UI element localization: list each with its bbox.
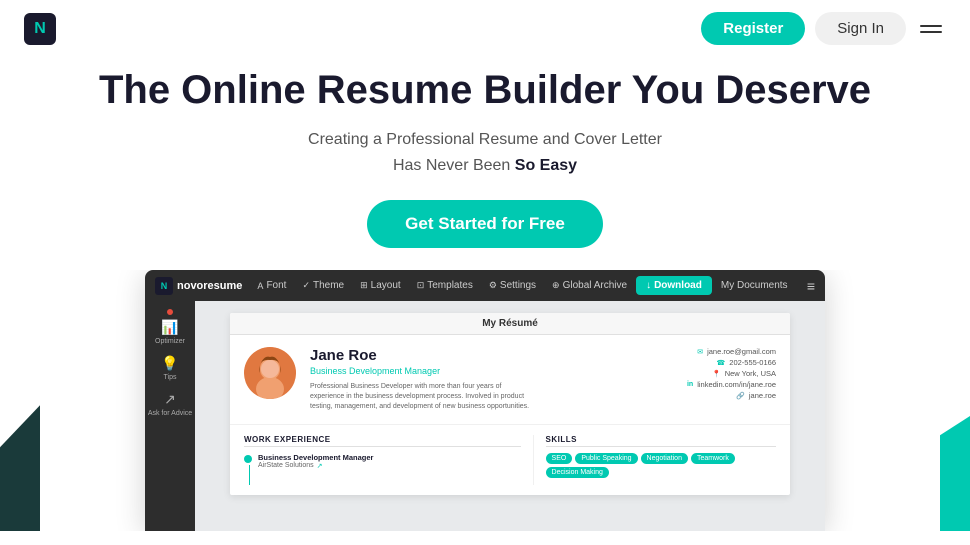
sidebar-tips[interactable]: 💡 Tips (161, 355, 178, 381)
archive-icon: ⊕ (552, 280, 560, 291)
editor-area: 📊 Optimizer 💡 Tips ↗ Ask for Advice (145, 301, 825, 531)
resume-document: My Résumé (230, 313, 790, 494)
hamburger-line (920, 31, 942, 33)
browser-nav-download[interactable]: ↓ Download (636, 276, 712, 295)
skill-tags-container: SEO Public Speaking Negotiation Teamwork… (546, 453, 776, 478)
editor-sidebar: 📊 Optimizer 💡 Tips ↗ Ask for Advice (145, 301, 195, 531)
browser-menu-icon[interactable]: ≡ (807, 278, 815, 294)
settings-icon: ⚙ (489, 280, 497, 291)
skill-tag-negotiation: Negotiation (641, 453, 688, 464)
editor-canvas: My Résumé (195, 301, 825, 531)
work-company-link-icon: ↗ (317, 462, 323, 470)
resume-role: Business Development Manager (310, 366, 642, 376)
browser-logo: N novoresume (155, 277, 242, 295)
browser-logo-icon: N (155, 277, 173, 295)
phone-icon: ☎ (717, 359, 726, 367)
hero-subtitle: Creating a Professional Resume and Cover… (20, 127, 950, 178)
advice-label: Ask for Advice (148, 410, 192, 417)
contact-website: 🔗 jane.roe (736, 391, 776, 400)
resume-avatar (244, 347, 296, 399)
work-timeline-line (249, 465, 250, 485)
skill-tag-decision: Decision Making (546, 467, 609, 478)
website-icon: 🔗 (736, 392, 745, 400)
navbar: N Register Sign In (0, 0, 970, 57)
hero-subtitle-line2: Has Never Been (393, 157, 515, 174)
resume-left-column: WORK EXPERIENCE Business Development Man… (244, 435, 533, 485)
notification-dot (167, 309, 173, 315)
work-experience-title: WORK EXPERIENCE (244, 435, 521, 447)
skill-tag-seo: SEO (546, 453, 573, 464)
decorative-triangle-left (0, 351, 40, 531)
logo: N (24, 13, 56, 45)
download-icon: ↓ (646, 280, 651, 291)
avatar-image (244, 347, 296, 399)
work-item: Business Development Manager AirState So… (258, 453, 373, 479)
contact-linkedin: in linkedin.com/in/jane.roe (687, 380, 776, 389)
browser-nav-settings[interactable]: ⚙ Settings (482, 277, 543, 294)
browser-nav-items: A Font ✓ Theme ⊞ Layout ⊡ Templates (250, 276, 798, 295)
resume-body: WORK EXPERIENCE Business Development Man… (230, 425, 790, 495)
browser-nav-font[interactable]: A Font (250, 277, 293, 294)
resume-name: Jane Roe (310, 347, 642, 364)
resume-preview-wrapper: N novoresume A Font ✓ Theme ⊞ Layout (145, 270, 825, 531)
skill-tag-teamwork: Teamwork (691, 453, 735, 464)
contact-location: 📍 New York, USA (712, 369, 776, 378)
sidebar-advice[interactable]: ↗ Ask for Advice (148, 391, 192, 417)
resume-browser: N novoresume A Font ✓ Theme ⊞ Layout (145, 270, 825, 531)
contact-email: ✉ jane.roe@gmail.com (697, 347, 776, 356)
hero-subtitle-emphasis: So Easy (515, 157, 577, 174)
linkedin-icon: in (687, 381, 693, 388)
templates-icon: ⊡ (417, 280, 425, 291)
browser-toolbar: N novoresume A Font ✓ Theme ⊞ Layout (145, 270, 825, 301)
hero-section: The Online Resume Builder You Deserve Cr… (0, 57, 970, 270)
register-button[interactable]: Register (701, 12, 805, 45)
logo-icon: N (24, 13, 56, 45)
resume-bio: Professional Business Developer with mor… (310, 382, 530, 411)
resume-header: Jane Roe Business Development Manager Pr… (230, 335, 790, 424)
decorative-shape-right (940, 371, 970, 531)
skills-title: SKILLS (546, 435, 776, 447)
work-item-row: Business Development Manager AirState So… (244, 453, 521, 485)
theme-icon: ✓ (302, 280, 310, 291)
cta-button[interactable]: Get Started for Free (367, 200, 603, 248)
tips-icon: 💡 (161, 355, 178, 372)
font-icon: A (257, 281, 263, 291)
advice-icon: ↗ (164, 391, 176, 408)
browser-nav-mydocs[interactable]: My Documents (714, 277, 795, 294)
sidebar-optimizer[interactable]: 📊 Optimizer (155, 309, 185, 345)
optimizer-icon: 📊 (161, 319, 178, 336)
optimizer-label: Optimizer (155, 338, 185, 345)
browser-nav-theme[interactable]: ✓ Theme (295, 277, 351, 294)
email-icon: ✉ (697, 348, 703, 356)
hamburger-line (920, 25, 942, 27)
work-timeline-dot (244, 455, 252, 463)
layout-icon: ⊞ (360, 280, 368, 291)
browser-logo-text: novoresume (177, 280, 242, 292)
skill-tag-speaking: Public Speaking (575, 453, 637, 464)
menu-hamburger[interactable] (916, 21, 946, 37)
signin-button[interactable]: Sign In (815, 12, 906, 45)
resume-title: My Résumé (230, 313, 790, 335)
work-title: Business Development Manager (258, 453, 373, 462)
hero-title: The Online Resume Builder You Deserve (20, 67, 950, 113)
browser-nav-layout[interactable]: ⊞ Layout (353, 277, 408, 294)
location-icon: 📍 (712, 370, 721, 378)
resume-right-column: SKILLS SEO Public Speaking Negotiation T… (533, 435, 776, 485)
resume-contact: ✉ jane.roe@gmail.com ☎ 202-555-0166 📍 Ne… (656, 347, 776, 400)
browser-nav-archive[interactable]: ⊕ Global Archive (545, 277, 634, 294)
browser-nav-templates[interactable]: ⊡ Templates (410, 277, 480, 294)
hero-subtitle-line1: Creating a Professional Resume and Cover… (308, 131, 662, 148)
tips-label: Tips (164, 374, 177, 381)
resume-name-section: Jane Roe Business Development Manager Pr… (310, 347, 642, 411)
work-company: AirState Solutions ↗ (258, 462, 373, 470)
contact-phone: ☎ 202-555-0166 (717, 358, 776, 367)
